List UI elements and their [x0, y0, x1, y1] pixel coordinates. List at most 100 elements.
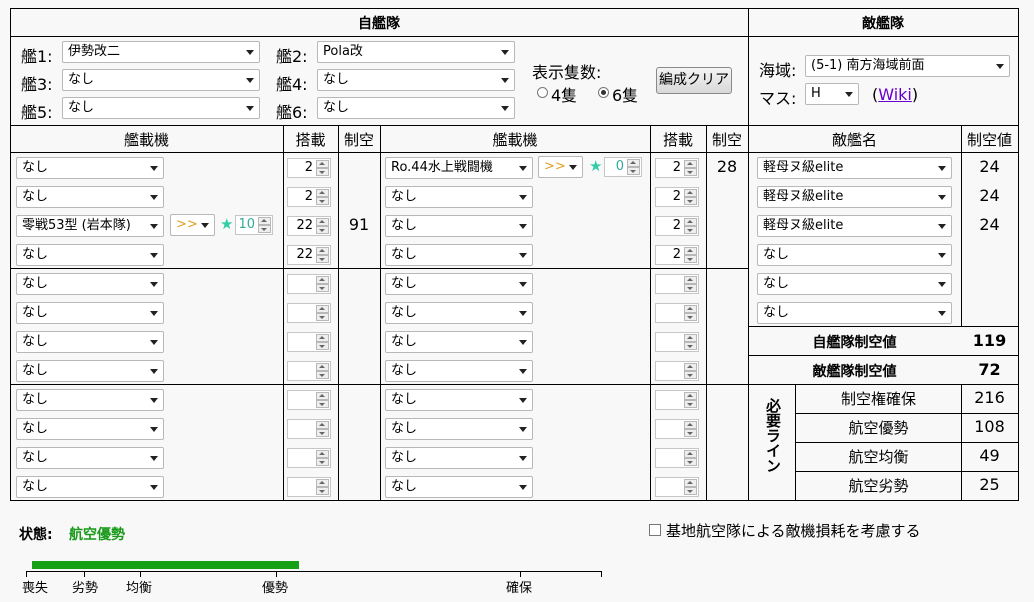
right-equipment-select[interactable]: なし: [385, 476, 533, 498]
left-slot-stepper[interactable]: [287, 274, 331, 294]
left-improvement-stepper[interactable]: 10: [235, 215, 273, 235]
left-proficiency-select[interactable]: >>: [170, 214, 215, 236]
chevron-down-icon: [150, 398, 158, 403]
enemy-ship-select[interactable]: なし: [757, 244, 952, 266]
chevron-down-icon: [501, 106, 509, 111]
enemy-ship-select[interactable]: なし: [757, 273, 952, 295]
enemy-ship-select[interactable]: 軽母ヌ級elite: [757, 186, 952, 208]
ship-5-select[interactable]: なし: [62, 97, 260, 119]
left-equipment-select[interactable]: なし: [16, 389, 164, 411]
right-slot-stepper[interactable]: 2: [655, 187, 699, 207]
right-slot-stepper[interactable]: [655, 419, 699, 439]
node-select[interactable]: H: [805, 83, 859, 105]
chevron-down-icon: [938, 311, 946, 316]
base-air-label: 基地航空隊による敵機損耗を考慮する: [666, 522, 921, 540]
left-equipment-select[interactable]: 零戦53型 (岩本隊): [16, 215, 164, 237]
right-slot-stepper[interactable]: 2: [655, 245, 699, 265]
left-equipment-select[interactable]: なし: [16, 157, 164, 179]
right-equipment-select[interactable]: なし: [385, 215, 533, 237]
wiki-link[interactable]: Wiki: [878, 85, 912, 104]
left-equipment-select[interactable]: なし: [16, 476, 164, 498]
area-label: 海域:: [759, 61, 797, 80]
chevron-down-icon: [519, 282, 527, 287]
right-proficiency-select[interactable]: >>: [538, 156, 583, 178]
left-slot-stepper[interactable]: [287, 390, 331, 410]
ship-3-select[interactable]: なし: [62, 69, 260, 91]
left-equipment-select[interactable]: なし: [16, 418, 164, 440]
left-slot-stepper[interactable]: [287, 303, 331, 323]
chevron-down-icon: [150, 282, 158, 287]
count-4-radio[interactable]: [537, 87, 548, 98]
right-equipment-select[interactable]: なし: [385, 447, 533, 469]
left-slot-stepper[interactable]: [287, 419, 331, 439]
right-slot-stepper[interactable]: 2: [655, 216, 699, 236]
right-equipment-select[interactable]: なし: [385, 389, 533, 411]
state-label: 状態:: [19, 527, 53, 543]
left-slot-stepper[interactable]: 2: [287, 187, 331, 207]
col-slots-right: 搭載: [662, 131, 693, 149]
air-state-bar: [32, 561, 299, 569]
right-equipment-select[interactable]: なし: [385, 360, 533, 382]
right-slot-stepper[interactable]: 2: [655, 158, 699, 178]
ship-4-select[interactable]: なし: [317, 69, 515, 91]
right-slot-stepper[interactable]: [655, 390, 699, 410]
area-select[interactable]: (5-1) 南方海域前面: [805, 55, 1010, 77]
right-slot-stepper[interactable]: [655, 361, 699, 381]
left-slot-stepper[interactable]: [287, 332, 331, 352]
ship-1-select[interactable]: 伊勢改二: [62, 41, 260, 63]
chevron-down-icon: [996, 64, 1004, 69]
col-air-left: 制空: [343, 131, 374, 149]
enemy-air-cell: 24: [979, 186, 1000, 205]
chevron-down-icon: [150, 427, 158, 432]
right-equipment-select[interactable]: なし: [385, 418, 533, 440]
clear-fleet-button[interactable]: 編成クリア: [656, 67, 732, 94]
chevron-down-icon: [519, 253, 527, 258]
right-equipment-select[interactable]: なし: [385, 273, 533, 295]
right-equipment-select[interactable]: Ro.44水上戦闘機: [385, 157, 533, 179]
base-air-checkbox[interactable]: [649, 524, 661, 536]
ship-6-select[interactable]: なし: [317, 97, 515, 119]
col-enemy-name: 敵艦名: [831, 131, 877, 149]
count-4-label: 4隻: [551, 86, 578, 105]
left-equipment-select[interactable]: なし: [16, 244, 164, 266]
left-slot-stepper[interactable]: 2: [287, 158, 331, 178]
chevron-down-icon: [519, 195, 527, 200]
col-enemy-air: 制空値: [966, 131, 1012, 149]
right-slot-stepper[interactable]: [655, 477, 699, 497]
left-equipment-select[interactable]: なし: [16, 447, 164, 469]
right-slot-stepper[interactable]: [655, 448, 699, 468]
right-equipment-select[interactable]: なし: [385, 186, 533, 208]
left-equipment-select[interactable]: なし: [16, 302, 164, 324]
left-equipment-select[interactable]: なし: [16, 186, 164, 208]
threshold-label: 航空均衡: [848, 448, 909, 466]
right-equipment-select[interactable]: なし: [385, 244, 533, 266]
chevron-down-icon: [150, 311, 158, 316]
enemy-ship-select[interactable]: 軽母ヌ級elite: [757, 215, 952, 237]
count-6-radio[interactable]: [598, 87, 609, 98]
left-slot-stepper[interactable]: 22: [287, 245, 331, 265]
right-slot-stepper[interactable]: [655, 332, 699, 352]
left-slot-stepper[interactable]: 22: [287, 216, 331, 236]
left-slot-stepper[interactable]: [287, 361, 331, 381]
threshold-value: 25: [979, 475, 1000, 494]
enemy-ship-select[interactable]: なし: [757, 302, 952, 324]
right-improvement-stepper[interactable]: 0: [604, 157, 642, 177]
chevron-down-icon: [519, 166, 527, 171]
left-equipment-select[interactable]: なし: [16, 331, 164, 353]
chevron-down-icon: [938, 166, 946, 171]
bar-tick-label: 優勢: [262, 581, 289, 596]
left-equipment-select[interactable]: なし: [16, 360, 164, 382]
left-slot-stepper[interactable]: [287, 477, 331, 497]
right-equipment-select[interactable]: なし: [385, 302, 533, 324]
left-equipment-select[interactable]: なし: [16, 273, 164, 295]
ship-6-label: 艦6:: [276, 103, 308, 122]
right-equipment-select[interactable]: なし: [385, 331, 533, 353]
chevron-down-icon: [150, 195, 158, 200]
ship-2-select[interactable]: Pola改: [317, 41, 515, 63]
right-slot-stepper[interactable]: [655, 274, 699, 294]
enemy-ship-select[interactable]: 軽母ヌ級elite: [757, 157, 952, 179]
chevron-down-icon: [519, 340, 527, 345]
right-slot-stepper[interactable]: [655, 303, 699, 323]
chevron-down-icon: [150, 253, 158, 258]
left-slot-stepper[interactable]: [287, 448, 331, 468]
